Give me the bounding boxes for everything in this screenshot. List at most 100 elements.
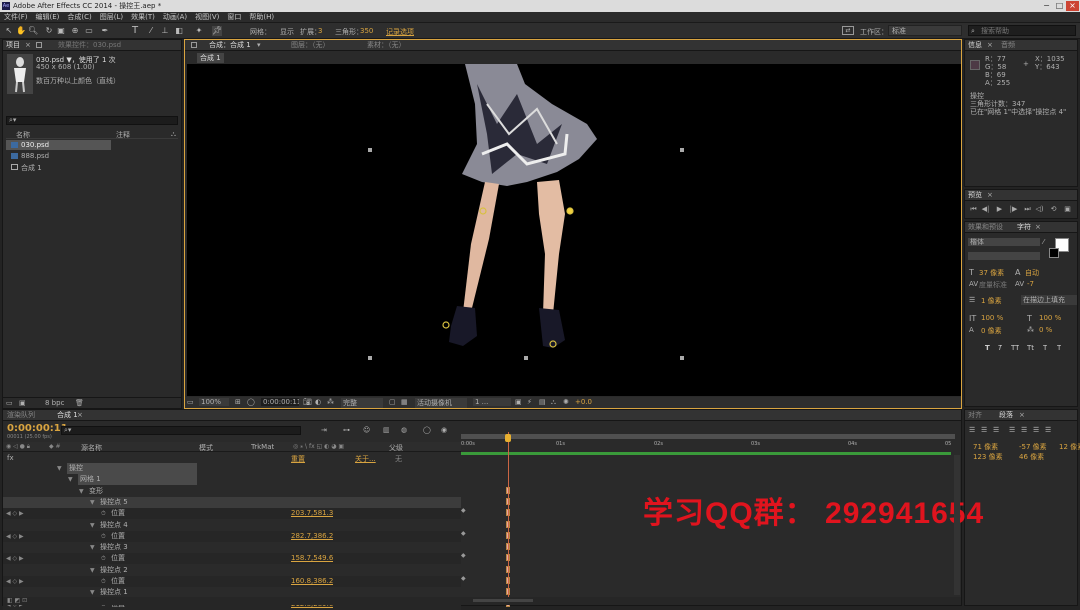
flowchart-icon[interactable]: ⛬ bbox=[171, 130, 176, 139]
camera-dropdown[interactable]: 活动摄像机 bbox=[415, 398, 467, 408]
pen-tool-icon[interactable]: ✒ bbox=[100, 26, 110, 36]
first-frame-icon[interactable]: ⏮ bbox=[969, 205, 978, 214]
zoom-slider[interactable] bbox=[473, 599, 533, 602]
transparency-grid-icon[interactable]: ▦ bbox=[401, 398, 408, 406]
property-row[interactable]: ◀ ◇ ▶ ⏱ 位置 160.8,386.2 bbox=[3, 576, 461, 587]
font-style-dropdown[interactable] bbox=[968, 252, 1040, 260]
col-source-name[interactable]: 源名称 bbox=[81, 443, 102, 453]
align-center-icon[interactable]: ☰ bbox=[981, 426, 987, 434]
small-caps-button[interactable]: Tt bbox=[1027, 344, 1034, 352]
grid-icon[interactable]: ⊞ bbox=[235, 398, 241, 406]
keyframe-start[interactable]: ◆ bbox=[461, 575, 466, 582]
channel-icon[interactable]: ⁂ bbox=[327, 398, 334, 406]
property-row[interactable]: ◀ ◇ ▶ ⏱ 位置 282.7,386.2 bbox=[3, 530, 461, 542]
col-name-header[interactable]: 名称 bbox=[16, 130, 30, 140]
search-help-input[interactable]: ⌕ 搜索帮助 bbox=[968, 25, 1076, 36]
views-dropdown[interactable]: 1 ... bbox=[473, 398, 511, 406]
indent-first-value[interactable]: 12 像素 bbox=[1059, 442, 1080, 452]
snapshot-icon[interactable]: 📷︎ bbox=[303, 398, 312, 406]
close-icon[interactable]: × bbox=[77, 411, 83, 420]
close-icon[interactable]: × bbox=[1019, 411, 1025, 420]
tab-project[interactable]: 项目 bbox=[6, 41, 20, 50]
tsume-value[interactable]: 0 % bbox=[1039, 326, 1052, 334]
brainstorm-icon[interactable]: ◉ bbox=[441, 426, 447, 434]
justify-last-center-icon[interactable]: ☰ bbox=[1021, 426, 1027, 434]
prev-frame-icon[interactable]: ◀| bbox=[981, 205, 990, 214]
twirl-down-icon[interactable]: ▼ bbox=[68, 474, 73, 485]
align-right-icon[interactable]: ☰ bbox=[993, 426, 999, 434]
trash-icon[interactable]: 🗑︎ bbox=[75, 399, 84, 407]
position-value[interactable]: 158.7,549.6 bbox=[291, 553, 333, 564]
expand-value[interactable]: 3 bbox=[318, 27, 322, 35]
stroke-color-swatch[interactable] bbox=[1049, 248, 1059, 258]
tab-render-queue[interactable]: 渲染队列 bbox=[7, 411, 35, 420]
tab-menu-icon[interactable]: ▾ bbox=[257, 41, 261, 50]
keyframe-nav-icons[interactable]: ◀ ◇ ▶ bbox=[6, 508, 24, 519]
zoom-dropdown[interactable]: 100% bbox=[199, 398, 229, 406]
timeline-timecode[interactable]: 0:00:00:11 bbox=[7, 423, 68, 434]
superscript-button[interactable]: T bbox=[1043, 344, 1047, 352]
triangles-value[interactable]: 350 bbox=[360, 27, 373, 35]
camera-tool-icon[interactable]: ▣ bbox=[56, 26, 66, 36]
kerning-value[interactable]: 度量标准 bbox=[979, 280, 1007, 290]
tab-layer[interactable]: 图层：（无） bbox=[291, 41, 330, 50]
close-icon[interactable]: × bbox=[1035, 223, 1041, 232]
position-value[interactable]: 160.8,386.2 bbox=[291, 576, 333, 587]
viewer-timecode[interactable]: 0:00:00:11 bbox=[261, 398, 299, 406]
brush-tool-icon[interactable]: ⁄ bbox=[146, 26, 156, 36]
mask-icon[interactable]: ◯ bbox=[247, 398, 255, 406]
lock-icon[interactable] bbox=[191, 42, 197, 48]
fast-preview-icon[interactable]: ⚡︎ bbox=[527, 398, 532, 406]
draft-3d-icon[interactable]: ⊶ bbox=[343, 426, 350, 434]
tab-comp-timeline[interactable]: 合成 1 bbox=[57, 411, 78, 420]
timeline-scrollbar[interactable] bbox=[954, 455, 960, 595]
col-comment-header[interactable]: 注释 bbox=[116, 130, 130, 140]
hand-tool-icon[interactable]: ✋ bbox=[16, 26, 26, 36]
col-mode[interactable]: 模式 bbox=[199, 443, 213, 453]
position-value[interactable]: 282.7,386.2 bbox=[291, 531, 333, 542]
rotate-tool-icon[interactable]: ↻ bbox=[44, 26, 54, 36]
clone-tool-icon[interactable]: ⊥ bbox=[160, 26, 170, 36]
new-comp-icon[interactable]: ▣ bbox=[19, 399, 26, 407]
shy-icon[interactable]: ☺ bbox=[363, 426, 370, 434]
menu-edit[interactable]: 编辑(E) bbox=[32, 12, 64, 23]
group-row[interactable]: ▼ 操控点 5 bbox=[3, 496, 461, 508]
puppet-pin-tool-icon[interactable]: 📌︎ bbox=[212, 26, 222, 36]
close-icon[interactable]: × bbox=[987, 41, 993, 50]
project-item[interactable]: 030.psd bbox=[6, 140, 111, 150]
faux-bold-button[interactable]: T bbox=[985, 344, 990, 352]
audio-icon[interactable]: ◁) bbox=[1035, 205, 1044, 214]
close-icon[interactable]: × bbox=[25, 41, 31, 50]
space-before-value[interactable]: 123 像素 bbox=[973, 452, 1003, 462]
record-options-link[interactable]: 记录选项 bbox=[386, 27, 414, 37]
tab-composition[interactable]: 合成：合成 1 bbox=[209, 41, 251, 50]
justify-last-right-icon[interactable]: ☰ bbox=[1033, 426, 1039, 434]
region-icon[interactable]: ▢ bbox=[389, 398, 396, 406]
menu-layer[interactable]: 图层(L) bbox=[96, 12, 127, 23]
menu-view[interactable]: 视图(V) bbox=[191, 12, 223, 23]
last-frame-icon[interactable]: ⏭ bbox=[1023, 205, 1032, 214]
safe-area-icon[interactable]: ▭ bbox=[187, 398, 194, 406]
folder-icon[interactable]: ▭ bbox=[6, 399, 13, 407]
project-search-input[interactable]: ⌕▾ bbox=[6, 116, 178, 125]
bpc-label[interactable]: 8 bpc bbox=[45, 399, 64, 407]
tab-info[interactable]: 信息 bbox=[968, 41, 982, 50]
workspace-icon[interactable]: ⇄ bbox=[842, 26, 854, 35]
twirl-down-icon[interactable]: ▼ bbox=[90, 542, 95, 553]
indent-right-value[interactable]: -57 像素 bbox=[1019, 442, 1047, 452]
comp-canvas[interactable] bbox=[187, 64, 961, 396]
baseline-value[interactable]: 0 像素 bbox=[981, 326, 1002, 336]
menu-effect[interactable]: 效果(T) bbox=[127, 12, 159, 23]
keyframe-start[interactable]: ◆ bbox=[461, 507, 466, 514]
playhead[interactable] bbox=[508, 432, 509, 602]
keyframe-nav-icons[interactable]: ◀ ◇ ▶ bbox=[6, 553, 24, 564]
align-left-icon[interactable]: ☰ bbox=[969, 426, 975, 434]
rectangle-tool-icon[interactable]: ▭ bbox=[84, 26, 94, 36]
toggle-pixel-icon[interactable]: ▣ bbox=[515, 398, 522, 406]
stopwatch-icon[interactable]: ⏱ bbox=[101, 576, 106, 587]
lock-icon[interactable] bbox=[36, 42, 42, 48]
subscript-button[interactable]: T bbox=[1057, 344, 1061, 352]
minimize-button[interactable]: − bbox=[1040, 1, 1053, 11]
font-family-dropdown[interactable]: 楷体 bbox=[968, 238, 1040, 246]
selection-tool-icon[interactable]: ↖ bbox=[4, 26, 14, 36]
